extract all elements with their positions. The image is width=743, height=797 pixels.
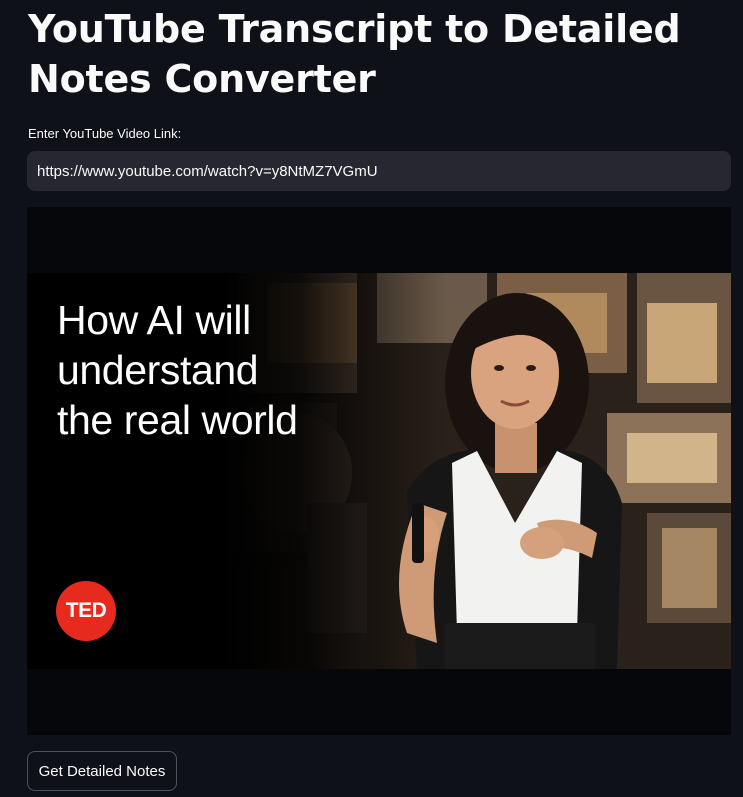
- headline-line: the real world: [57, 397, 298, 443]
- get-detailed-notes-button[interactable]: Get Detailed Notes: [27, 751, 177, 791]
- headline-line: How AI will: [57, 297, 251, 343]
- video-headline: How AI will understand the real world: [57, 295, 417, 445]
- video-thumbnail-frame[interactable]: How AI will understand the real world TE…: [27, 207, 731, 735]
- headline-line: understand: [57, 347, 259, 393]
- video-link-input[interactable]: [27, 151, 731, 191]
- ted-logo: TED: [56, 581, 116, 641]
- app-container: YouTube Transcript to Detailed Notes Con…: [0, 0, 743, 797]
- video-thumbnail: How AI will understand the real world TE…: [27, 273, 731, 669]
- page-title: YouTube Transcript to Detailed Notes Con…: [28, 7, 681, 101]
- video-link-label: Enter YouTube Video Link:: [28, 126, 182, 141]
